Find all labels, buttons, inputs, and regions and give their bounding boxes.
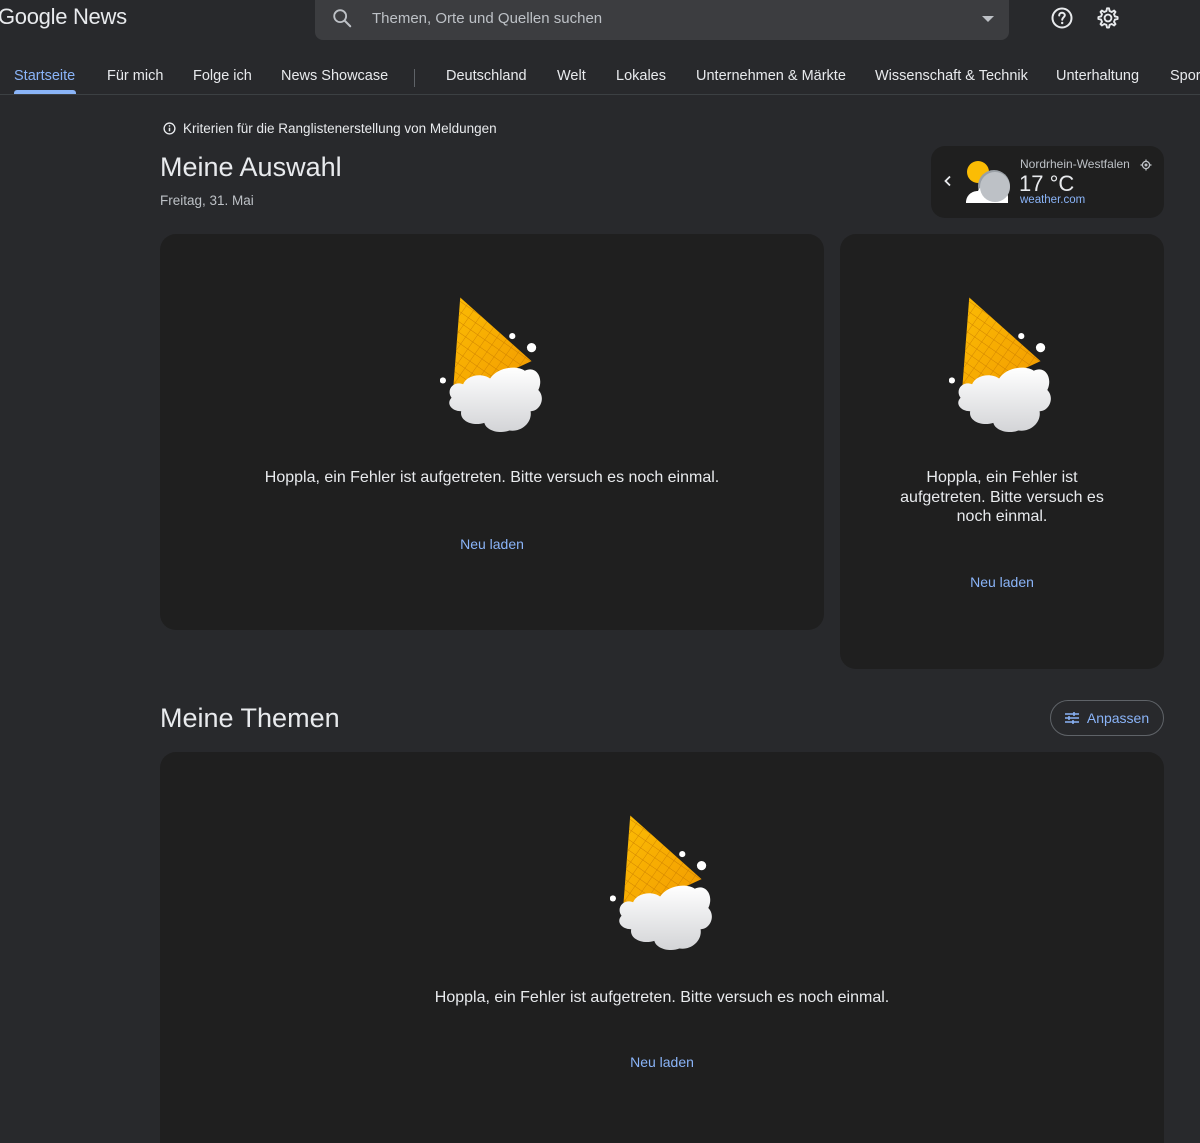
customize-label: Anpassen	[1086, 710, 1150, 726]
customize-button[interactable]: Anpassen	[1050, 700, 1164, 736]
dropped-ice-cream-icon	[440, 295, 546, 435]
search-icon[interactable]	[331, 7, 353, 29]
tab-news-showcase[interactable]: News Showcase	[281, 68, 388, 84]
tab-startseite[interactable]: Startseite	[14, 68, 75, 84]
tab-deutschland[interactable]: Deutschland	[446, 68, 527, 84]
google-news-logo[interactable]: Google News	[0, 4, 127, 30]
tab-fuer-mich[interactable]: Für mich	[107, 68, 163, 84]
weather-widget[interactable]: Nordrhein-Westfalen 17 °C weather.com	[931, 146, 1164, 218]
reload-button[interactable]: Neu laden	[952, 574, 1052, 590]
error-message: Hoppla, ein Fehler ist aufgetreten. Bitt…	[434, 989, 890, 1006]
page: Google News Startseite Für mich Folge ic…	[0, 0, 1200, 1143]
tab-welt[interactable]: Welt	[557, 68, 586, 84]
tab-unternehmen-maerkte[interactable]: Unternehmen & Märkte	[696, 68, 846, 84]
active-tab-indicator	[14, 90, 76, 94]
tab-folge-ich[interactable]: Folge ich	[193, 68, 252, 84]
partly-cloudy-icon	[966, 161, 1010, 203]
error-card-topics: Hoppla, ein Fehler ist aufgetreten. Bitt…	[160, 752, 1164, 1143]
weather-source-link[interactable]: weather.com	[1020, 194, 1085, 206]
ranking-criteria-link[interactable]: Kriterien für die Ranglistenerstellung v…	[163, 121, 497, 136]
tab-sport[interactable]: Sport	[1170, 68, 1200, 84]
top-navigation: Startseite Für mich Folge ich News Showc…	[0, 60, 1200, 95]
ranking-criteria-label: Kriterien für die Ranglistenerstellung v…	[183, 121, 497, 136]
nav-divider	[414, 69, 415, 87]
settings-icon[interactable]	[1096, 6, 1120, 30]
reload-button[interactable]: Neu laden	[612, 1054, 712, 1070]
help-icon[interactable]	[1050, 6, 1074, 30]
tab-wissenschaft-technik[interactable]: Wissenschaft & Technik	[875, 68, 1028, 84]
search-input[interactable]	[370, 6, 930, 30]
info-icon	[163, 122, 176, 135]
section-title-meine-auswahl: Meine Auswahl	[160, 152, 342, 182]
tune-icon	[1064, 712, 1079, 724]
chevron-left-icon[interactable]	[943, 175, 953, 187]
tab-lokales[interactable]: Lokales	[616, 68, 666, 84]
weather-region: Nordrhein-Westfalen	[1020, 157, 1130, 171]
tab-unterhaltung[interactable]: Unterhaltung	[1056, 68, 1139, 84]
error-message: Hoppla, ein Fehler ist aufgetreten. Bitt…	[264, 469, 720, 486]
location-icon[interactable]	[1140, 159, 1152, 171]
error-card-side: Hoppla, ein Fehler ist aufgetreten. Bitt…	[840, 234, 1164, 669]
error-message: Hoppla, ein Fehler ist aufgetreten. Bitt…	[900, 469, 1104, 525]
section-title-meine-themen: Meine Themen	[160, 703, 340, 733]
current-date: Freitag, 31. Mai	[160, 193, 254, 208]
dropped-ice-cream-icon	[949, 295, 1055, 435]
error-card-main: Hoppla, ein Fehler ist aufgetreten. Bitt…	[160, 234, 824, 630]
reload-button[interactable]: Neu laden	[442, 536, 542, 552]
chevron-down-icon[interactable]	[981, 14, 995, 24]
search-bar[interactable]	[315, 0, 1009, 40]
dropped-ice-cream-icon	[610, 813, 716, 953]
